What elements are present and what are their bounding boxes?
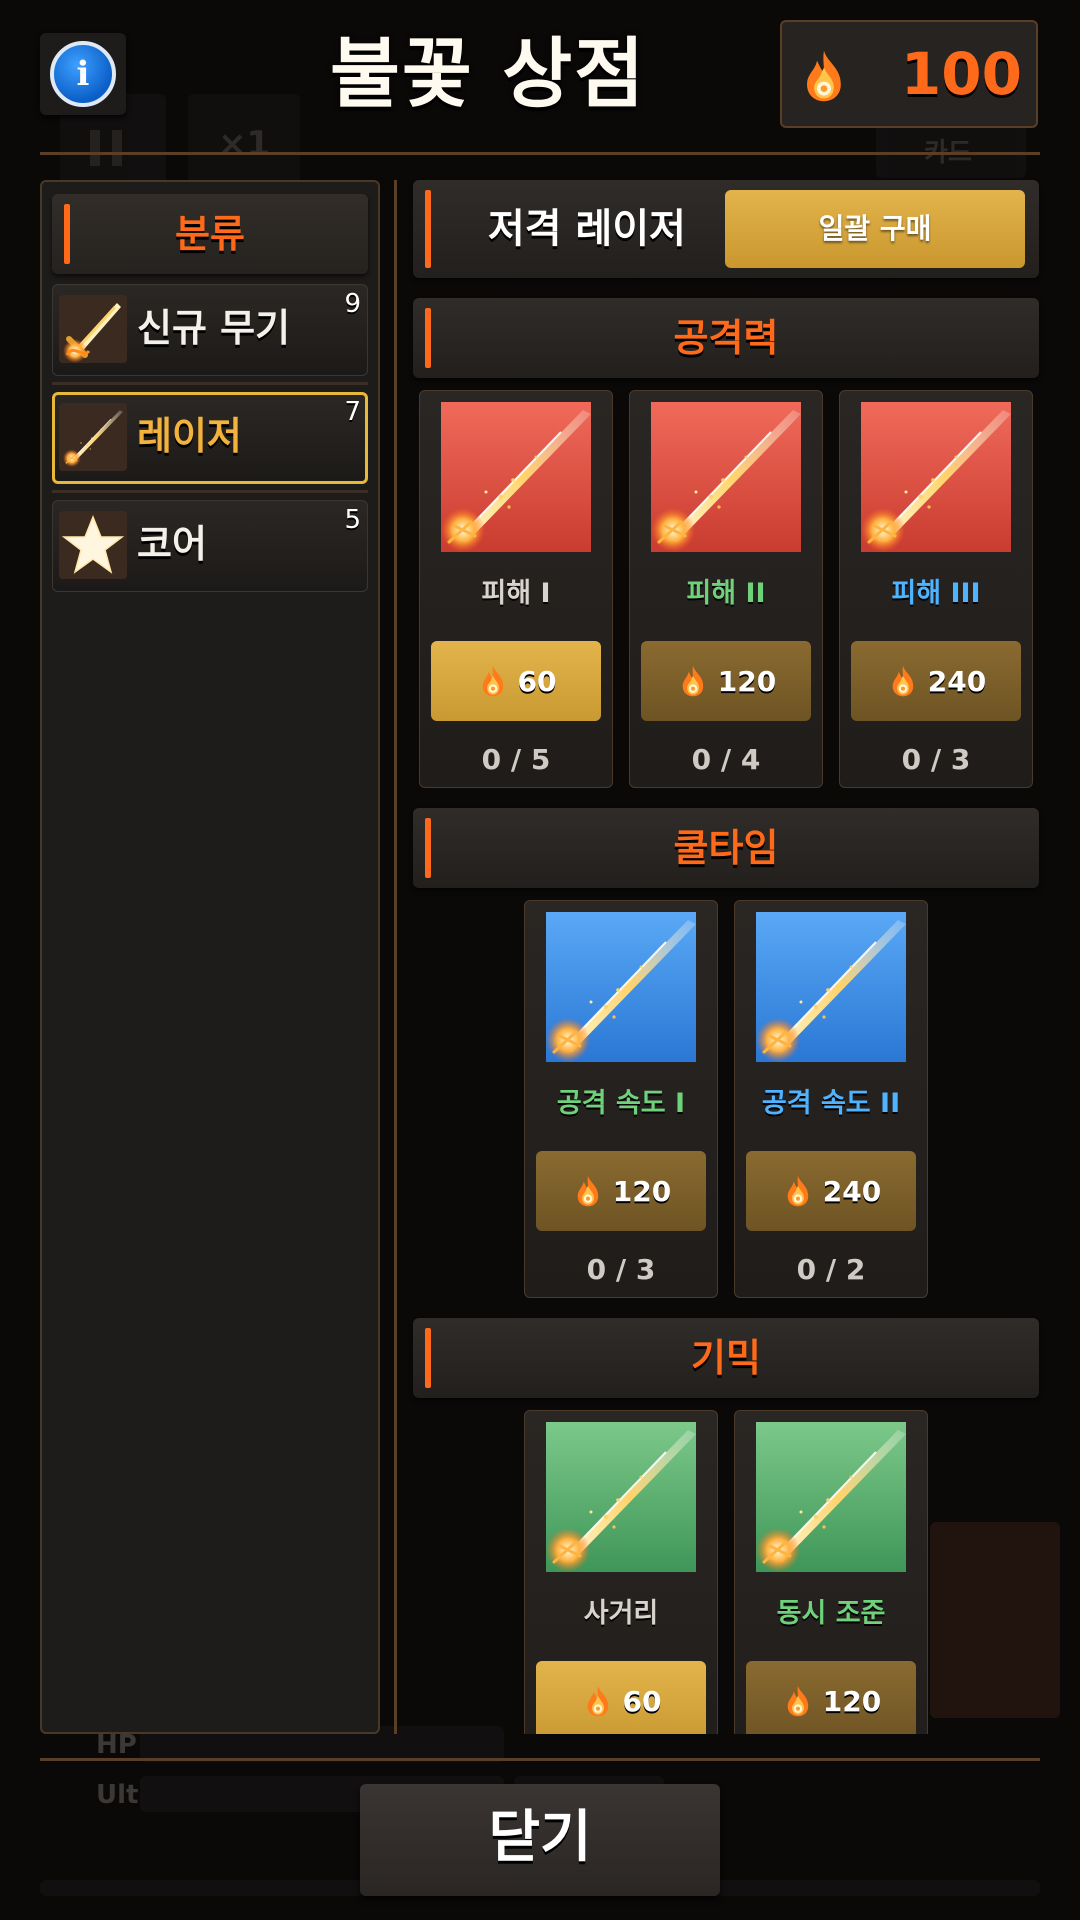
flame-icon [577, 1175, 598, 1207]
upgrade-card[interactable]: 피해 I 60 0 / 5 [419, 390, 613, 788]
flame-icon [587, 1685, 608, 1717]
buy-button[interactable]: 60 [536, 1661, 706, 1734]
category-label: 신규 무기 [137, 306, 291, 350]
flame-icon [482, 665, 503, 697]
buy-button[interactable]: 120 [536, 1151, 706, 1231]
price-label: 240 [927, 664, 987, 698]
currency-value: 100 [900, 40, 1022, 108]
sword-flame-icon [59, 295, 127, 363]
buy-button[interactable]: 120 [746, 1661, 916, 1734]
bg-hp-label: HP [96, 1730, 137, 1760]
bg-speed-label: ×1 [218, 124, 271, 164]
laser-icon [861, 402, 1011, 552]
upgrade-name: 동시 조준 [776, 1598, 886, 1629]
close-button[interactable]: 닫기 [360, 1784, 720, 1896]
upgrade-name: 피해 II [686, 578, 766, 609]
laser-icon [546, 1422, 696, 1572]
price-label: 240 [822, 1174, 882, 1208]
currency-display: 100 [780, 20, 1038, 128]
category-item-laser[interactable]: 레이저 7 [52, 392, 368, 484]
section-title: 쿨타임 [673, 826, 779, 870]
panel-divider [394, 180, 397, 1734]
laser-icon [546, 912, 696, 1062]
price-label: 120 [822, 1684, 882, 1718]
laser-icon [441, 402, 591, 552]
category-label: 코어 [137, 522, 207, 566]
category-count: 7 [344, 397, 361, 427]
category-header: 분류 [52, 194, 368, 274]
buy-button[interactable]: 60 [431, 641, 601, 721]
category-label: 레이저 [137, 414, 242, 458]
section-header-gimmick: 기믹 [413, 1318, 1039, 1398]
laser-icon [756, 1422, 906, 1572]
bg-speed-button: ×1 [188, 94, 300, 194]
buy-button[interactable]: 240 [746, 1151, 916, 1231]
upgrade-card[interactable]: 피해 III 240 0 / 3 [839, 390, 1033, 788]
header-divider [40, 152, 1040, 155]
category-item-new-weapon[interactable]: 신규 무기 9 [52, 284, 368, 376]
upgrade-card[interactable]: 사거리 60 [524, 1410, 718, 1734]
price-label: 120 [612, 1174, 672, 1208]
flame-icon [682, 665, 703, 697]
bg-ult-label: Ult [96, 1780, 139, 1810]
weapon-accent-bar [425, 190, 431, 268]
flame-icon [807, 50, 841, 102]
upgrade-level: 0 / 3 [586, 1253, 656, 1286]
info-icon: i [50, 41, 116, 107]
upgrade-level: 0 / 2 [796, 1253, 866, 1286]
category-count: 5 [344, 505, 361, 535]
laser-icon [59, 403, 127, 471]
section-title: 기믹 [691, 1336, 761, 1380]
flame-icon [787, 1175, 808, 1207]
upgrade-card[interactable]: 공격 속도 I 120 0 / 3 [524, 900, 718, 1298]
category-header-label: 분류 [175, 212, 245, 256]
star-icon [59, 511, 127, 579]
upgrade-level: 0 / 4 [691, 743, 761, 776]
category-count: 9 [344, 289, 361, 319]
price-label: 60 [517, 664, 557, 698]
upgrade-name: 공격 속도 II [761, 1088, 901, 1119]
category-separator [52, 490, 368, 493]
upgrade-card[interactable]: 공격 속도 II 240 0 / 2 [734, 900, 928, 1298]
bulk-buy-button[interactable]: 일괄 구매 [725, 190, 1025, 268]
info-button[interactable]: i [40, 33, 126, 115]
page-title: 불꽃 상점 [330, 29, 647, 118]
laser-icon [651, 402, 801, 552]
upgrade-level: 0 / 5 [481, 743, 551, 776]
upgrade-card[interactable]: 동시 조준 120 [734, 1410, 928, 1734]
upgrade-name: 피해 I [481, 578, 551, 609]
weapon-header: 저격 레이저 일괄 구매 [413, 180, 1039, 278]
buy-button[interactable]: 120 [641, 641, 811, 721]
bg-card-label: 카드 [924, 138, 972, 168]
upgrade-level: 0 / 3 [901, 743, 971, 776]
upgrade-name: 공격 속도 I [556, 1088, 686, 1119]
category-panel: 분류 신규 무기 9 레이저 7 코어 5 [40, 180, 380, 1734]
price-label: 60 [622, 1684, 662, 1718]
upgrade-name: 사거리 [583, 1598, 659, 1629]
upgrade-name: 피해 III [891, 578, 981, 609]
section-header-attack: 공격력 [413, 298, 1039, 378]
price-label: 120 [717, 664, 777, 698]
flame-icon [787, 1685, 808, 1717]
flame-icon [892, 665, 913, 697]
laser-icon [756, 912, 906, 1062]
upgrade-card[interactable]: 피해 II 120 0 / 4 [629, 390, 823, 788]
section-header-cooldown: 쿨타임 [413, 808, 1039, 888]
buy-button[interactable]: 240 [851, 641, 1021, 721]
weapon-name: 저격 레이저 [488, 206, 686, 252]
gimmick-scroll-area: 사거리 60 동시 조준 120 [413, 1400, 1039, 1734]
footer-divider [40, 1758, 1040, 1761]
category-item-core[interactable]: 코어 5 [52, 500, 368, 592]
category-separator [52, 382, 368, 385]
section-title: 공격력 [673, 316, 779, 360]
